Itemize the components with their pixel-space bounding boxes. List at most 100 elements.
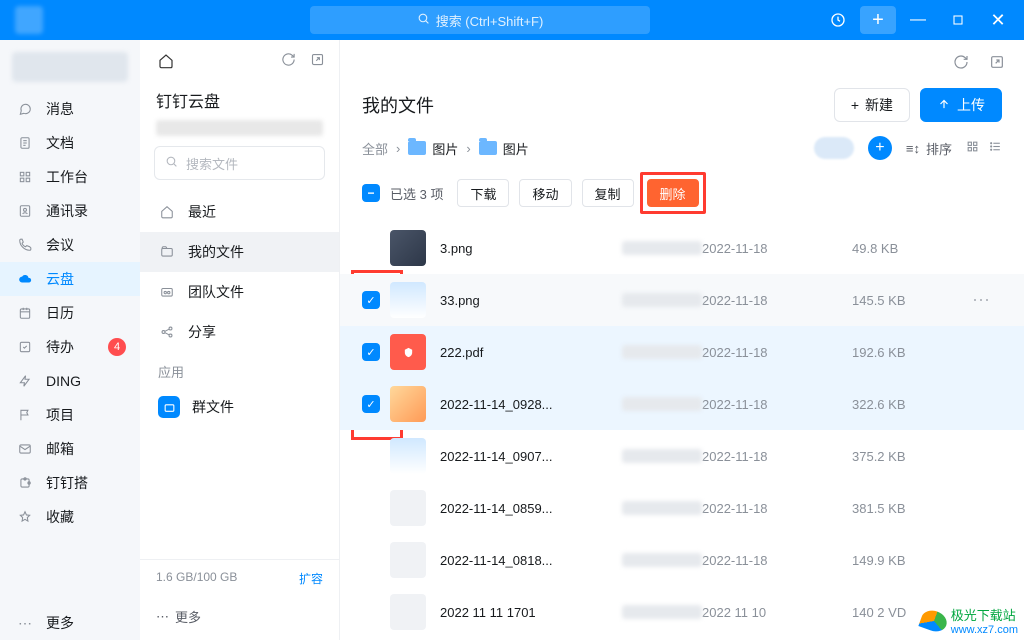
collaborators[interactable] xyxy=(814,137,854,159)
file-owner xyxy=(622,397,702,411)
drive-nav-team[interactable]: 团队文件 xyxy=(140,272,339,312)
row-checkbox[interactable]: ✓ xyxy=(362,343,380,361)
file-date: 2022-11-18 xyxy=(702,241,852,256)
nav-item-todo[interactable]: 待办4 xyxy=(0,330,140,364)
file-name: 3.png xyxy=(440,241,622,256)
grid-view-icon[interactable] xyxy=(966,140,979,156)
folder-icon xyxy=(479,141,497,155)
file-owner xyxy=(622,345,702,359)
folder-icon xyxy=(408,141,426,155)
search-placeholder: 搜索 (Ctrl+Shift+F) xyxy=(436,11,544,30)
refresh-icon[interactable] xyxy=(950,51,972,73)
file-list: 3.png2022-11-1849.8 KB✓33.png2022-11-181… xyxy=(340,222,1024,640)
expand-storage-link[interactable]: 扩容 xyxy=(299,570,323,587)
cloud-icon xyxy=(16,270,34,288)
panel-title: 钉钉云盘 xyxy=(140,82,339,118)
open-external-icon[interactable] xyxy=(310,52,325,71)
file-row[interactable]: 3.png2022-11-1849.8 KB xyxy=(340,222,1024,274)
breadcrumb-item[interactable]: 图片 xyxy=(408,139,458,158)
move-button[interactable]: 移动 xyxy=(519,179,571,207)
drive-app-group[interactable]: 群文件 xyxy=(140,387,339,427)
nav-item-calendar[interactable]: 日历 xyxy=(0,296,140,330)
nav-item-ding[interactable]: DING xyxy=(0,364,140,398)
nav-item-mail[interactable]: 邮箱 xyxy=(0,432,140,466)
file-row[interactable]: 2022-11-14_0859... 2022-11-18381.5 KB xyxy=(340,482,1024,534)
home-icon xyxy=(158,205,176,219)
download-button[interactable]: 下载 xyxy=(457,179,509,207)
nav-more[interactable]: ⋯ 更多 xyxy=(0,606,140,640)
file-row[interactable]: ✓33.png2022-11-18145.5 KB⋯ xyxy=(340,274,1024,326)
search-icon xyxy=(417,12,430,28)
delete-button[interactable]: 删除 xyxy=(647,179,699,207)
ding-icon xyxy=(16,372,34,390)
file-row[interactable]: ✓222.pdf2022-11-18192.6 KB xyxy=(340,326,1024,378)
file-thumbnail xyxy=(390,282,426,318)
add-button[interactable]: + xyxy=(860,6,896,34)
calendar-icon xyxy=(16,304,34,322)
copy-button[interactable]: 复制 xyxy=(582,179,634,207)
selection-toolbar: − 已选 3 项 下载 移动 复制 删除 xyxy=(362,172,1002,214)
breadcrumb-root[interactable]: 全部 xyxy=(362,139,388,158)
star-icon xyxy=(16,508,34,526)
plus-icon: + xyxy=(851,97,859,113)
file-size: 381.5 KB xyxy=(852,501,972,516)
close-icon[interactable]: ✕ xyxy=(980,6,1016,34)
row-more-icon[interactable]: ⋯ xyxy=(972,290,1002,311)
file-thumbnail xyxy=(390,438,426,474)
nav-item-flag[interactable]: 项目 xyxy=(0,398,140,432)
file-name: 2022-11-14_0907... xyxy=(440,449,622,464)
sort-button[interactable]: ≡↕排序 xyxy=(906,139,952,158)
file-date: 2022-11-18 xyxy=(702,397,852,412)
nav-item-chat[interactable]: 消息 xyxy=(0,92,140,126)
more-icon: ⋯ xyxy=(16,614,34,632)
refresh-icon[interactable] xyxy=(281,52,296,71)
file-search[interactable]: 搜索文件 xyxy=(154,146,325,180)
file-size: 145.5 KB xyxy=(852,293,972,308)
file-thumbnail xyxy=(390,490,426,526)
drive-nav-home[interactable]: 最近 xyxy=(140,192,339,232)
open-external-icon[interactable] xyxy=(986,51,1008,73)
puzzle-icon xyxy=(16,474,34,492)
file-size: 375.2 KB xyxy=(852,449,972,464)
home-icon[interactable] xyxy=(154,49,178,73)
upload-icon xyxy=(937,97,951,114)
search-icon xyxy=(165,155,178,171)
user-avatar[interactable] xyxy=(15,6,43,34)
add-collaborator-button[interactable]: + xyxy=(868,136,892,160)
history-icon[interactable] xyxy=(820,6,856,34)
file-row[interactable]: 2022-11-14_0907...2022-11-18375.2 KB xyxy=(340,430,1024,482)
file-row[interactable]: ✓2022-11-14_0928...2022-11-18322.6 KB xyxy=(340,378,1024,430)
minimize-icon[interactable]: — xyxy=(900,6,936,34)
org-selector[interactable] xyxy=(12,52,128,82)
nav-item-grid[interactable]: 工作台 xyxy=(0,160,140,194)
upload-button[interactable]: 上传 xyxy=(920,88,1002,122)
file-date: 2022-11-18 xyxy=(702,553,852,568)
drive-nav-share[interactable]: 分享 xyxy=(140,312,339,352)
global-search[interactable]: 搜索 (Ctrl+Shift+F) xyxy=(310,6,650,34)
group-files-icon xyxy=(158,396,180,418)
new-button[interactable]: +新建 xyxy=(834,88,910,122)
nav-item-doc[interactable]: 文档 xyxy=(0,126,140,160)
file-date: 2022 11 10 xyxy=(702,605,852,620)
nav-item-star[interactable]: 收藏 xyxy=(0,500,140,534)
select-all-checkbox[interactable]: − xyxy=(362,184,380,202)
file-row[interactable]: 2022-11-14_0818...2022-11-18149.9 KB xyxy=(340,534,1024,586)
row-checkbox[interactable]: ✓ xyxy=(362,291,380,309)
file-owner xyxy=(622,605,702,619)
file-date: 2022-11-18 xyxy=(702,501,852,516)
file-size: 149.9 KB xyxy=(852,553,972,568)
maximize-icon[interactable] xyxy=(940,6,976,34)
file-name: 2022-11-14_0859... xyxy=(440,501,622,516)
file-date: 2022-11-18 xyxy=(702,293,852,308)
breadcrumb-item[interactable]: 图片 xyxy=(479,139,529,158)
nav-item-puzzle[interactable]: 钉钉搭 xyxy=(0,466,140,500)
panel-more[interactable]: ⋯ 更多 xyxy=(140,597,339,640)
more-icon: ⋯ xyxy=(156,609,169,625)
row-checkbox[interactable]: ✓ xyxy=(362,395,380,413)
nav-item-cloud[interactable]: 云盘 xyxy=(0,262,140,296)
nav-item-phone[interactable]: 会议 xyxy=(0,228,140,262)
drive-nav-myfiles[interactable]: 我的文件 xyxy=(140,232,339,272)
list-view-icon[interactable] xyxy=(989,140,1002,156)
storage-info: 1.6 GB/100 GB 扩容 xyxy=(140,559,339,597)
nav-item-contacts[interactable]: 通讯录 xyxy=(0,194,140,228)
